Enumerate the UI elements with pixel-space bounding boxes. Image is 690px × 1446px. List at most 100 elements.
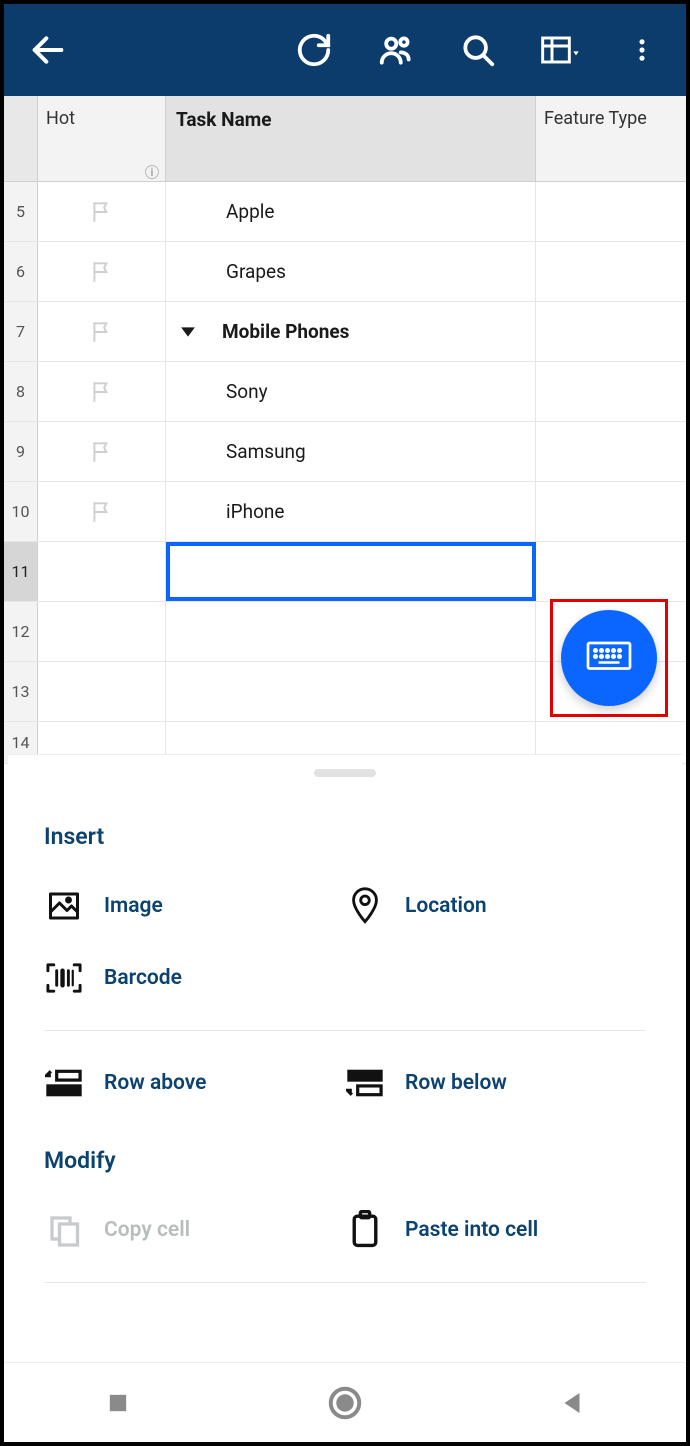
- section-title-insert: Insert: [8, 823, 682, 870]
- row-above-icon: [44, 1063, 84, 1103]
- option-label: Copy cell: [104, 1218, 190, 1242]
- cell-hot[interactable]: [38, 182, 166, 241]
- task-text: Grapes: [226, 260, 286, 283]
- row-number[interactable]: 9: [4, 422, 38, 481]
- cell-task[interactable]: Apple: [166, 182, 536, 241]
- option-placeholder: [345, 942, 646, 1014]
- cell-task[interactable]: [166, 662, 536, 721]
- cell-hot[interactable]: [38, 242, 166, 301]
- people-icon[interactable]: [376, 30, 416, 70]
- paste-icon: [345, 1210, 385, 1250]
- option-label: Paste into cell: [405, 1218, 538, 1242]
- cell-hot[interactable]: [38, 542, 166, 601]
- table-row[interactable]: 6 Grapes: [4, 242, 686, 302]
- column-label: Hot: [46, 108, 75, 129]
- column-header-hot[interactable]: Hot i: [38, 96, 166, 181]
- task-text: Apple: [226, 200, 274, 223]
- cell-task[interactable]: Grapes: [166, 242, 536, 301]
- image-icon: [44, 886, 84, 926]
- row-number[interactable]: 11: [4, 542, 38, 601]
- refresh-icon[interactable]: [294, 30, 334, 70]
- more-icon[interactable]: [622, 30, 662, 70]
- column-header-task[interactable]: Task Name: [166, 96, 536, 181]
- flag-icon: [89, 378, 115, 406]
- task-text: Samsung: [226, 440, 306, 463]
- option-image[interactable]: Image: [44, 870, 345, 942]
- option-barcode[interactable]: Barcode: [44, 942, 345, 1014]
- option-row-above[interactable]: Row above: [44, 1047, 345, 1119]
- view-switcher-icon[interactable]: [540, 30, 580, 70]
- option-label: Row above: [104, 1071, 206, 1095]
- table-row[interactable]: 5 Apple: [4, 182, 686, 242]
- option-label: Image: [104, 894, 163, 918]
- table-row[interactable]: 7 Mobile Phones: [4, 302, 686, 362]
- row-number[interactable]: 7: [4, 302, 38, 361]
- cell-feature-type[interactable]: [536, 302, 686, 361]
- option-location[interactable]: Location: [345, 870, 646, 942]
- nav-home[interactable]: [325, 1383, 365, 1423]
- row-number[interactable]: 13: [4, 662, 38, 721]
- cell-feature-type[interactable]: [536, 242, 686, 301]
- option-label: Row below: [405, 1071, 507, 1095]
- back-button[interactable]: [28, 30, 68, 70]
- cell-hot[interactable]: [38, 602, 166, 661]
- cell-task[interactable]: [166, 602, 536, 661]
- cell-feature-type[interactable]: [536, 542, 686, 601]
- cell-feature-type[interactable]: [536, 422, 686, 481]
- table-row[interactable]: 8 Sony: [4, 362, 686, 422]
- bottom-sheet: Insert Image Location Barcode: [8, 754, 682, 1362]
- barcode-icon: [44, 958, 84, 998]
- table-row[interactable]: 10 iPhone: [4, 482, 686, 542]
- fab-highlight-box: [550, 599, 668, 717]
- cell-hot[interactable]: [38, 302, 166, 361]
- cell-hot[interactable]: [38, 362, 166, 421]
- option-copy-cell: Copy cell: [44, 1194, 345, 1266]
- flag-icon: [89, 318, 115, 346]
- cell-hot[interactable]: [38, 662, 166, 721]
- cell-hot[interactable]: [38, 422, 166, 481]
- task-text: iPhone: [226, 500, 284, 523]
- keyboard-fab[interactable]: [561, 610, 657, 706]
- row-number[interactable]: 12: [4, 602, 38, 661]
- option-paste-cell[interactable]: Paste into cell: [345, 1194, 646, 1266]
- flag-icon: [89, 198, 115, 226]
- option-label: Location: [405, 894, 487, 918]
- row-number[interactable]: 10: [4, 482, 38, 541]
- cell-task[interactable]: Sony: [166, 362, 536, 421]
- system-nav-bar: [4, 1362, 686, 1442]
- cell-feature-type[interactable]: [536, 182, 686, 241]
- option-row-below[interactable]: Row below: [345, 1047, 646, 1119]
- info-icon[interactable]: i: [145, 165, 159, 179]
- column-headers: Hot i Task Name Feature Type: [4, 96, 686, 182]
- cell-feature-type[interactable]: [536, 362, 686, 421]
- nav-recent[interactable]: [98, 1383, 138, 1423]
- flag-icon: [89, 438, 115, 466]
- drag-handle[interactable]: [314, 769, 376, 777]
- cell-feature-type[interactable]: [536, 482, 686, 541]
- cell-task[interactable]: [166, 542, 536, 601]
- location-icon: [345, 886, 385, 926]
- cell-task[interactable]: iPhone: [166, 482, 536, 541]
- cell-task[interactable]: Samsung: [166, 422, 536, 481]
- row-number[interactable]: 8: [4, 362, 38, 421]
- column-header-feature-type[interactable]: Feature Type: [536, 96, 686, 181]
- table-row[interactable]: 11: [4, 542, 686, 602]
- option-label: Barcode: [104, 966, 182, 990]
- row-number[interactable]: 6: [4, 242, 38, 301]
- table-row[interactable]: 9 Samsung: [4, 422, 686, 482]
- row-number[interactable]: 5: [4, 182, 38, 241]
- row-below-icon: [345, 1063, 385, 1103]
- nav-back[interactable]: [552, 1383, 592, 1423]
- search-icon[interactable]: [458, 30, 498, 70]
- column-label: Feature Type: [544, 108, 647, 129]
- expand-icon[interactable]: [180, 325, 196, 339]
- cell-hot[interactable]: [38, 482, 166, 541]
- flag-icon: [89, 498, 115, 526]
- rownum-header: [4, 96, 38, 181]
- app-header: [4, 4, 686, 96]
- column-label: Task Name: [176, 108, 271, 131]
- cell-task[interactable]: Mobile Phones: [166, 302, 536, 361]
- copy-icon: [44, 1210, 84, 1250]
- task-text: Mobile Phones: [222, 320, 349, 343]
- task-text: Sony: [226, 380, 268, 403]
